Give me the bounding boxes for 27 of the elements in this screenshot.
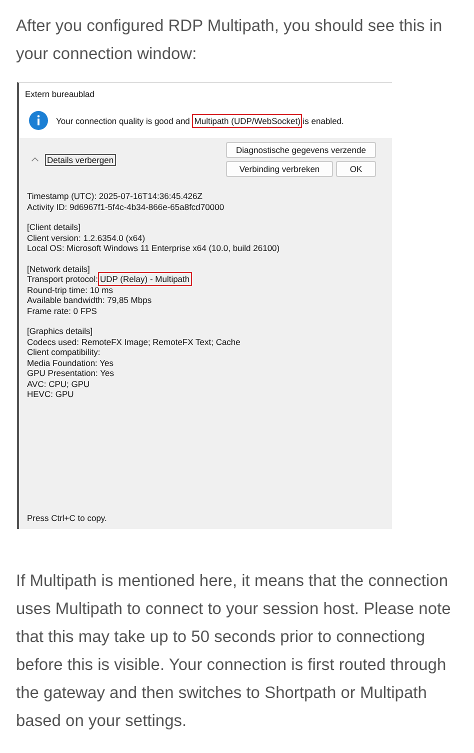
detail-line: GPU Presentation: Yes [27,368,115,378]
detail-line: Media Foundation: Yes [27,358,114,368]
detail-line: AVC: CPU; GPU [27,378,91,389]
window-title: Extern bureaublad [25,89,96,99]
detail-line: Client version: 1.2.6354.0 (x64) [27,232,146,243]
detail-line: Codecs used: RemoteFX Image; RemoteFX Text; Cache [27,336,242,347]
detail-line: [Client details] [27,222,82,232]
detail-line: Transport protocol: UDP (Relay) - Multipath [27,274,193,284]
detail-line: Local OS: Microsoft Windows 11 Enterprise x64 (10.0, build 26100) [27,243,281,254]
detail-line: HEVC: GPU [27,389,75,400]
detail-line: [Network details] [27,264,91,274]
dialog-button[interactable]: Verbinding verbreken [226,161,333,177]
info-icon [29,111,48,130]
toggle-details-button[interactable]: Details verbergen [45,154,116,166]
dialog-button[interactable]: OK [336,161,376,177]
detail-line: Client compatibility: [27,347,102,358]
outro-paragraph: If Multipath is mentioned here, it means that the connection uses Multipath to connect to your session host. Please note that this may take up to 50 seconds prior to connectiong before this is visible. Your connection is first routed through the gateway and then switches to Shortpath or Multipath based on your settings. [16,571,452,732]
detail-line: Available bandwidth: 79,85 Mbps [27,295,153,306]
status-message: Your connection quality is good and Multipath (UDP/WebSocket) is enabled. [56,116,344,126]
detail-line: [Graphics details] [27,326,94,336]
dialog-button[interactable]: Diagnostische gegevens verzende [226,142,376,158]
detail-line: Round-trip time: 10 ms [27,284,114,295]
detail-line: Frame rate: 0 FPS [27,306,98,316]
detail-line: Activity ID: 9d6967f1-5f4c-4b34-866e-65a8fcd70000 [27,202,226,212]
detail-line: Timestamp (UTC): 2025-07-16T14:36:45.426Z [27,191,204,202]
copy-hint: Press Ctrl+C to copy. [27,513,108,523]
intro-paragraph: After you configured RDP Multipath, you should see this in your connection window: [16,16,444,65]
